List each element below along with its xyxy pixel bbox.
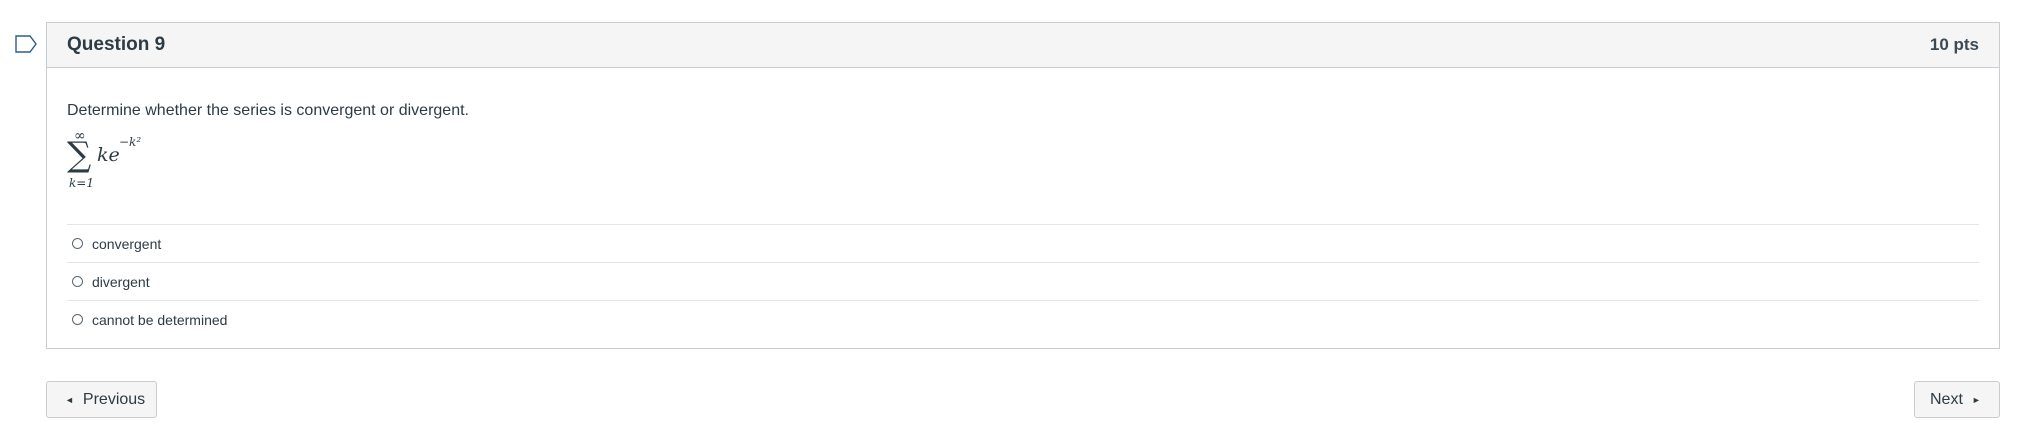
answer-label: convergent [92, 235, 162, 252]
question-text: Determine whether the series is converge… [67, 102, 469, 119]
answer-label: divergent [92, 273, 150, 290]
previous-button-label: Previous [82, 390, 146, 408]
flag-question-icon[interactable] [15, 35, 37, 53]
answer-option[interactable]: convergent [67, 224, 1979, 262]
answer-option[interactable]: cannot be determined [67, 300, 1979, 338]
question-header: Question 9 10 pts [47, 23, 1999, 68]
question-title: Question 9 [67, 34, 166, 55]
answer-option[interactable]: divergent [67, 262, 1979, 300]
answer-label: cannot be determined [92, 311, 228, 328]
triangle-left-icon: ◄ [65, 394, 74, 405]
series-term: ke [97, 144, 120, 166]
sum-symbol: ∑ [67, 135, 92, 175]
radio-button[interactable] [72, 314, 83, 325]
sum-lower-limit: k=1 [69, 176, 94, 190]
question-body: Determine whether the series is converge… [47, 102, 1999, 338]
quiz-page: Question 9 10 pts Determine whether the … [0, 0, 2022, 436]
series-exponent: −k² [119, 135, 142, 149]
radio-button[interactable] [72, 276, 83, 287]
triangle-right-icon: ► [1971, 394, 1981, 405]
next-button[interactable]: Next ► [1914, 381, 2000, 418]
series-formula: ∞ ∑ k=1 ke −k² [67, 128, 1979, 202]
previous-button[interactable]: ◄ Previous [46, 381, 157, 418]
question-card: Question 9 10 pts Determine whether the … [46, 22, 2000, 349]
next-button-label: Next [1930, 390, 1963, 408]
radio-button[interactable] [72, 238, 83, 249]
answer-list: convergent divergent cannot be determine… [67, 224, 1979, 338]
question-points: 10 pts [1929, 35, 1979, 54]
